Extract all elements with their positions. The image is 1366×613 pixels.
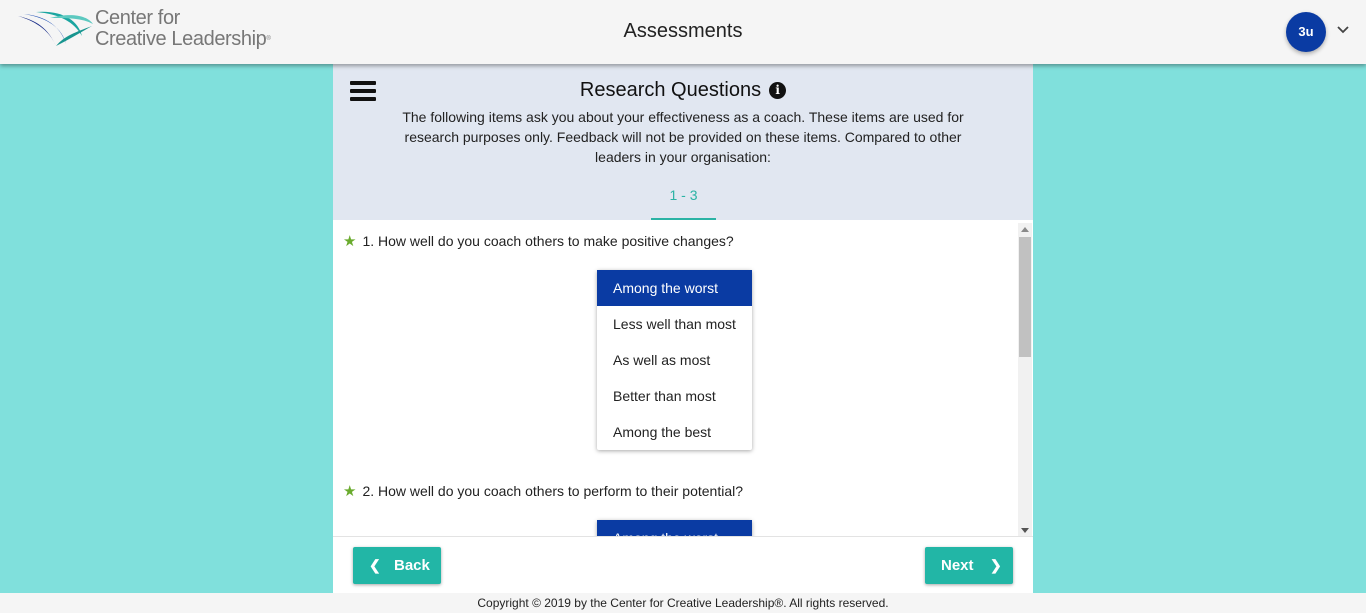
option-better-than-most[interactable]: Better than most	[597, 378, 752, 414]
scrollbar-thumb[interactable]	[1019, 237, 1031, 357]
info-icon[interactable]: i	[769, 82, 787, 99]
next-button[interactable]: Next ❯	[925, 547, 1013, 584]
questions-scroll-area[interactable]: ★ 1. How well do you coach others to make…	[333, 220, 1033, 537]
scroll-up-arrow-icon[interactable]	[1021, 227, 1029, 232]
option-less-well-than-most[interactable]: Less well than most	[597, 306, 752, 342]
app-title: Assessments	[623, 20, 743, 42]
next-button-label: Next	[941, 557, 974, 574]
tab-page-range[interactable]: 1 - 3	[651, 188, 716, 220]
answer-options-1: Among the worst Less well than most As w…	[597, 270, 752, 450]
question-text: How well do you coach others to perform …	[378, 483, 744, 499]
vertical-scrollbar[interactable]	[1018, 223, 1032, 537]
star-icon: ★	[343, 233, 357, 250]
navigation-bar: ❮ Back Next ❯	[333, 536, 1033, 593]
section-title-text: Research Questions	[579, 79, 762, 101]
section-intro: The following items ask you about your e…	[402, 109, 964, 165]
top-bar: Center for Creative Leadership® Assessme…	[0, 0, 1366, 64]
chevron-right-icon: ❯	[990, 557, 1002, 573]
question-number: 2.	[362, 483, 375, 499]
chevron-left-icon: ❮	[369, 557, 381, 573]
back-button[interactable]: ❮ Back	[353, 547, 441, 584]
answer-options-2: Among the worst	[597, 520, 752, 537]
option-among-the-worst[interactable]: Among the worst	[597, 270, 752, 306]
chevron-down-icon[interactable]	[1336, 23, 1350, 37]
option-as-well-as-most[interactable]: As well as most	[597, 342, 752, 378]
option-among-the-worst[interactable]: Among the worst	[597, 520, 752, 537]
section-title: Research Questions i	[333, 79, 1033, 102]
option-among-the-best[interactable]: Among the best	[597, 414, 752, 450]
question-2: ★ 2. How well do you coach others to perf…	[343, 482, 743, 500]
scroll-down-arrow-icon[interactable]	[1021, 528, 1029, 533]
section-header: Research Questions i The following items …	[333, 64, 1033, 220]
question-number: 1.	[362, 233, 375, 249]
user-avatar[interactable]: 3u	[1286, 12, 1326, 52]
question-text: How well do you coach others to make pos…	[378, 233, 734, 249]
question-1: ★ 1. How well do you coach others to make…	[343, 232, 734, 250]
assessment-panel: Research Questions i The following items …	[333, 64, 1033, 593]
star-icon: ★	[343, 483, 357, 500]
copyright-footer: Copyright © 2019 by the Center for Creat…	[0, 593, 1366, 613]
back-button-label: Back	[394, 557, 430, 574]
